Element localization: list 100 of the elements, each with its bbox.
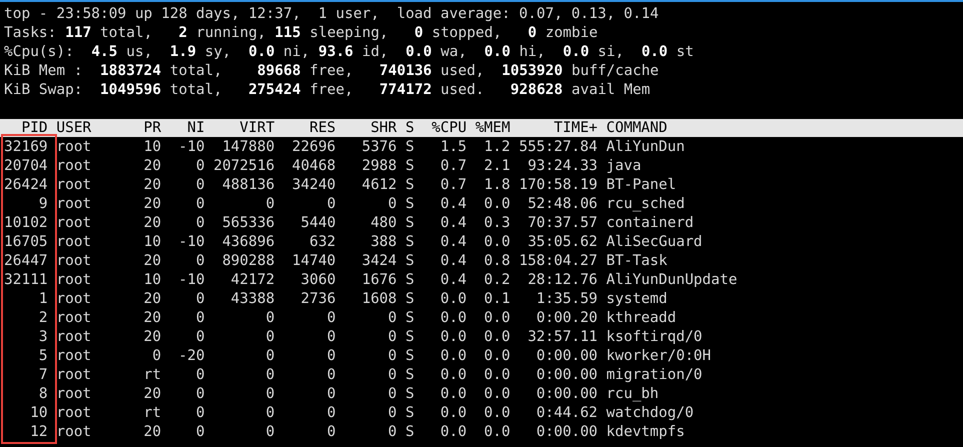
table-cell: 0 bbox=[388, 329, 397, 345]
table-cell: 20 bbox=[144, 196, 162, 212]
table-cell: 0 bbox=[326, 310, 336, 326]
column-header: RES bbox=[309, 120, 336, 136]
table-cell: 10 bbox=[144, 139, 162, 155]
table-cell: 12 bbox=[30, 424, 48, 440]
table-cell: 0.7 bbox=[440, 177, 467, 193]
table-cell: 42172 bbox=[230, 272, 275, 288]
table-cell: AliYunDun bbox=[606, 139, 685, 155]
table-cell: 0 bbox=[196, 253, 205, 269]
table-cell: 388 bbox=[370, 234, 397, 250]
table-cell: 0:44.62 bbox=[536, 405, 598, 421]
table-cell: 1 bbox=[38, 291, 48, 307]
table-cell: S bbox=[405, 405, 414, 421]
table-cell: 0.0 bbox=[440, 310, 467, 326]
table-cell: -10 bbox=[178, 272, 205, 288]
table-cell: 0 bbox=[152, 348, 162, 364]
table-cell: 20 bbox=[144, 215, 162, 231]
summary-line: KiB Mem : 1883724 total, 89668 free, 740136 used, 1053920 buff/cache bbox=[4, 62, 659, 81]
table-cell: 0 bbox=[326, 424, 336, 440]
table-cell: 0:00.00 bbox=[536, 367, 598, 383]
table-cell: 2988 bbox=[362, 158, 397, 174]
table-cell: 158:04.27 bbox=[518, 253, 598, 269]
table-cell: 1:35.59 bbox=[536, 291, 598, 307]
table-cell: 0.1 bbox=[484, 291, 510, 307]
table-cell: 34240 bbox=[292, 177, 336, 193]
table-cell: 32111 bbox=[4, 272, 48, 288]
table-cell: root bbox=[56, 310, 92, 326]
table-cell: S bbox=[405, 234, 414, 250]
table-cell: -20 bbox=[178, 348, 205, 364]
table-cell: S bbox=[405, 158, 414, 174]
table-cell: 0 bbox=[266, 196, 275, 212]
table-cell: 2736 bbox=[300, 291, 336, 307]
table-cell: 5376 bbox=[362, 139, 397, 155]
table-cell: 28:12.76 bbox=[528, 272, 598, 288]
table-cell: root bbox=[56, 386, 92, 402]
table-cell: 7 bbox=[38, 367, 48, 383]
table-cell: S bbox=[405, 310, 414, 326]
table-cell: 0 bbox=[196, 310, 205, 326]
table-cell: S bbox=[405, 329, 414, 345]
table-cell: 20 bbox=[144, 253, 162, 269]
table-cell: rt bbox=[144, 405, 162, 421]
table-cell: 0.0 bbox=[484, 310, 510, 326]
column-header: NI bbox=[187, 120, 205, 136]
table-cell: AliSecGuard bbox=[606, 234, 702, 250]
column-header: USER bbox=[56, 120, 92, 136]
table-cell: kworker/0:0H bbox=[606, 348, 712, 364]
table-cell: 4612 bbox=[362, 177, 397, 193]
table-cell: root bbox=[56, 348, 92, 364]
table-cell: 0 bbox=[196, 215, 205, 231]
table-cell: 0.0 bbox=[484, 196, 510, 212]
table-cell: kthreadd bbox=[606, 310, 676, 326]
table-cell: 0.0 bbox=[440, 367, 467, 383]
table-cell: S bbox=[405, 177, 414, 193]
table-cell: 0.2 bbox=[484, 272, 510, 288]
table-cell: root bbox=[56, 196, 92, 212]
table-cell: 26424 bbox=[4, 177, 48, 193]
table-cell: root bbox=[56, 177, 92, 193]
table-cell: 0:00.00 bbox=[536, 424, 598, 440]
table-cell: 20 bbox=[144, 386, 162, 402]
table-cell: 0 bbox=[196, 196, 205, 212]
table-cell: 0 bbox=[196, 386, 205, 402]
table-cell: 0 bbox=[196, 367, 205, 383]
table-cell: 5 bbox=[38, 348, 48, 364]
table-cell: 32:57.11 bbox=[528, 329, 598, 345]
table-cell: 436896 bbox=[222, 234, 275, 250]
column-header: COMMAND bbox=[606, 120, 668, 136]
table-cell: -10 bbox=[178, 139, 205, 155]
table-cell: 0.0 bbox=[440, 329, 467, 345]
table-cell: root bbox=[56, 405, 92, 421]
table-cell: 5440 bbox=[300, 215, 336, 231]
table-cell: 0.4 bbox=[440, 253, 467, 269]
table-cell: S bbox=[405, 291, 414, 307]
table-cell: ksoftirqd/0 bbox=[606, 329, 702, 345]
table-cell: 565336 bbox=[222, 215, 275, 231]
table-cell: 0 bbox=[388, 348, 397, 364]
table-cell: 0.4 bbox=[440, 234, 467, 250]
column-header: PR bbox=[144, 120, 162, 136]
table-cell: S bbox=[405, 253, 414, 269]
table-cell: 40468 bbox=[292, 158, 336, 174]
table-cell: S bbox=[405, 215, 414, 231]
table-cell: kdevtmpfs bbox=[606, 424, 685, 440]
table-cell: 93:24.33 bbox=[528, 158, 598, 174]
table-cell: 0:00.00 bbox=[536, 386, 598, 402]
table-cell: 0.0 bbox=[440, 405, 467, 421]
table-cell: 20 bbox=[144, 291, 162, 307]
table-cell: 1.2 bbox=[484, 139, 510, 155]
table-cell: 32169 bbox=[4, 139, 48, 155]
table-cell: 0.0 bbox=[484, 348, 510, 364]
table-cell: containerd bbox=[606, 215, 694, 231]
table-cell: 0.0 bbox=[440, 348, 467, 364]
table-cell: 3060 bbox=[300, 272, 336, 288]
table-cell: 0 bbox=[326, 196, 336, 212]
table-cell: root bbox=[56, 234, 92, 250]
table-cell: 2072516 bbox=[213, 158, 275, 174]
table-cell: BT-Panel bbox=[606, 177, 676, 193]
table-cell: 20704 bbox=[4, 158, 48, 174]
column-header: VIRT bbox=[240, 120, 275, 136]
table-cell: root bbox=[56, 139, 92, 155]
table-cell: root bbox=[56, 272, 92, 288]
